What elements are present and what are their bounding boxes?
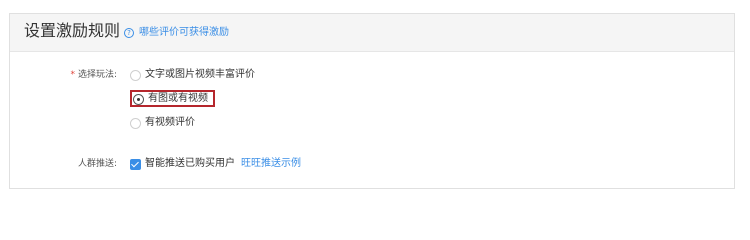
help-link-text: 哪些评价可获得激励 [139, 27, 229, 38]
panel-title: 设置激励规则 [24, 21, 121, 40]
required-mark: * [70, 70, 75, 80]
panel-header: 设置激励规则 ? 哪些评价可获得激励 [10, 14, 734, 52]
incentive-rules-panel: 设置激励规则 ? 哪些评价可获得激励 [9, 13, 735, 189]
play-mode-label-text: 选择玩法: [77, 70, 117, 80]
radio-option-label: 有视频评价 [145, 117, 195, 128]
radio-button[interactable] [130, 117, 141, 129]
radio-option-label: 文字或图片视频丰富评价 [145, 69, 255, 80]
audience-label: 人群推送: [77, 159, 117, 169]
radio-option-rich-review[interactable]: 文字或图片视频丰富评价 [130, 69, 255, 81]
wangwang-push-example-link[interactable]: 旺旺推送示例 [241, 158, 301, 170]
smart-push-checkbox-row[interactable]: 智能推送已购买用户 旺旺推送示例 [130, 158, 301, 170]
radio-option-video-review[interactable]: 有视频评价 [130, 117, 195, 129]
help-link[interactable]: ? 哪些评价可获得激励 [124, 27, 229, 39]
play-mode-label: * 选择玩法: [37, 69, 117, 81]
selection-highlight-box [130, 90, 215, 107]
smart-push-checkbox[interactable] [130, 158, 141, 170]
question-circle-icon: ? [124, 28, 134, 38]
radio-button[interactable] [130, 69, 141, 81]
smart-push-label: 智能推送已购买用户 [145, 158, 235, 169]
